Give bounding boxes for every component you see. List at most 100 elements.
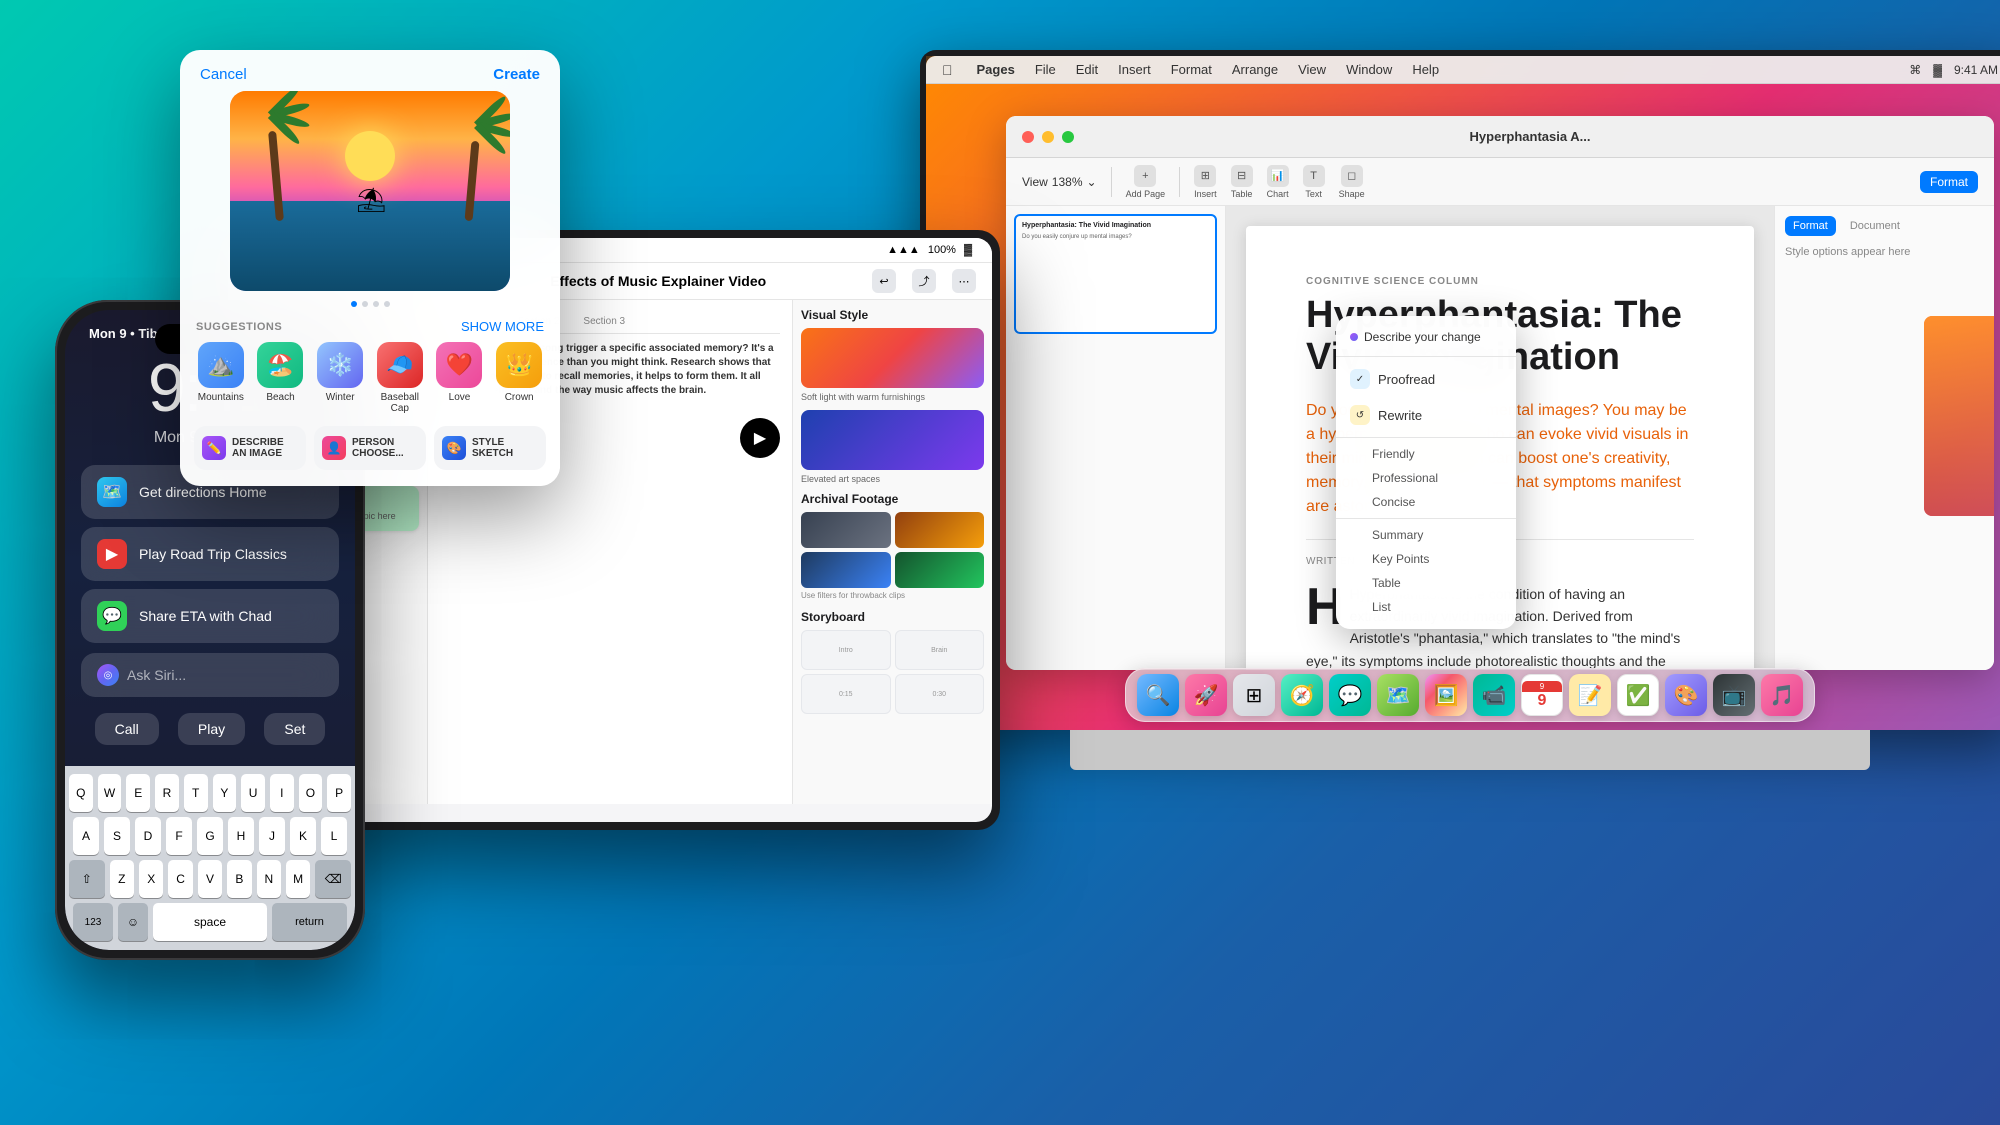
option-describe[interactable]: ✏️ DESCRIBE AN IMAGE — [194, 426, 306, 470]
dock-spaces[interactable]: ⊞ — [1233, 674, 1275, 716]
page-thumb-1[interactable]: Hyperphantasia: The Vivid Imagination Do… — [1014, 214, 1217, 334]
zoom-control[interactable]: View 138% ⌄ — [1022, 175, 1097, 189]
show-more-button[interactable]: SHOW MORE — [461, 319, 544, 334]
menu-format[interactable]: Format — [1171, 62, 1212, 77]
siri-item-music[interactable]: ▶ Play Road Trip Classics — [81, 527, 339, 581]
key-w[interactable]: W — [98, 774, 122, 812]
modal-cancel-button[interactable]: Cancel — [200, 66, 247, 83]
key-g[interactable]: G — [197, 817, 223, 855]
toolbar-shape[interactable]: ◻ Shape — [1339, 165, 1365, 199]
ipad-tool-undo[interactable]: ↩ — [872, 269, 896, 293]
action-play[interactable]: Play — [178, 713, 245, 745]
inspector-tab-format[interactable]: Format — [1785, 216, 1836, 236]
key-u[interactable]: U — [241, 774, 265, 812]
dock-facetime[interactable]: 📹 — [1473, 674, 1515, 716]
wt-table[interactable]: Table — [1336, 571, 1516, 595]
wt-proofread[interactable]: ✓ Proofread — [1336, 361, 1516, 397]
key-z[interactable]: Z — [110, 860, 134, 898]
option-style[interactable]: 🎨 STYLE SKETCH — [434, 426, 546, 470]
key-j[interactable]: J — [259, 817, 285, 855]
menu-view[interactable]: View — [1298, 62, 1326, 77]
ipad-play-button[interactable]: ▶ — [740, 418, 780, 458]
wt-rewrite[interactable]: ↺ Rewrite — [1336, 397, 1516, 433]
dock-launchpad[interactable]: 🚀 — [1185, 674, 1227, 716]
key-b[interactable]: B — [227, 860, 251, 898]
toolbar-insert[interactable]: ⊞ Insert — [1194, 165, 1217, 199]
dock-maps[interactable]: 🗺️ — [1377, 674, 1419, 716]
dock-safari[interactable]: 🧭 — [1281, 674, 1323, 716]
key-q[interactable]: Q — [69, 774, 93, 812]
key-s[interactable]: S — [104, 817, 130, 855]
menu-window[interactable]: Window — [1346, 62, 1392, 77]
key-return[interactable]: return — [272, 903, 347, 941]
modal-create-button[interactable]: Create — [493, 66, 540, 83]
key-emoji[interactable]: ☺ — [118, 903, 148, 941]
key-shift[interactable]: ⇧ — [69, 860, 105, 898]
wt-friendly[interactable]: Friendly — [1336, 442, 1516, 466]
ipad-tool-more[interactable]: ⋯ — [952, 269, 976, 293]
suggestion-beach[interactable]: 🏖️ Beach — [254, 342, 308, 414]
toolbar-add-page[interactable]: + Add Page — [1126, 165, 1166, 199]
siri-input-bar[interactable]: ◎ Ask Siri... — [81, 653, 339, 697]
wt-professional[interactable]: Professional — [1336, 466, 1516, 490]
option-person[interactable]: 👤 PERSON CHOOSE... — [314, 426, 426, 470]
key-delete[interactable]: ⌫ — [315, 860, 351, 898]
key-r[interactable]: R — [155, 774, 179, 812]
fullscreen-button[interactable] — [1062, 131, 1074, 143]
key-y[interactable]: Y — [213, 774, 237, 812]
dot-1[interactable] — [351, 301, 357, 307]
inspector-tab-doc[interactable]: Document — [1842, 216, 1908, 236]
wt-key-points[interactable]: Key Points — [1336, 547, 1516, 571]
suggestion-mountains[interactable]: ⛰️ Mountains — [194, 342, 248, 414]
key-t[interactable]: T — [184, 774, 208, 812]
key-f[interactable]: F — [166, 817, 192, 855]
dock-photos[interactable]: 🖼️ — [1425, 674, 1467, 716]
key-e[interactable]: E — [126, 774, 150, 812]
suggestion-crown[interactable]: 👑 Crown — [492, 342, 546, 414]
key-h[interactable]: H — [228, 817, 254, 855]
key-l[interactable]: L — [321, 817, 347, 855]
dot-3[interactable] — [373, 301, 379, 307]
key-m[interactable]: M — [286, 860, 310, 898]
key-i[interactable]: I — [270, 774, 294, 812]
suggestion-love[interactable]: ❤️ Love — [433, 342, 487, 414]
dot-4[interactable] — [384, 301, 390, 307]
dock-notes[interactable]: 📝 — [1569, 674, 1611, 716]
wt-concise[interactable]: Concise — [1336, 490, 1516, 514]
action-set[interactable]: Set — [264, 713, 325, 745]
minimize-button[interactable] — [1042, 131, 1054, 143]
menu-file[interactable]: File — [1035, 62, 1056, 77]
menu-edit[interactable]: Edit — [1076, 62, 1098, 77]
siri-item-share[interactable]: 💬 Share ETA with Chad — [81, 589, 339, 643]
menu-arrange[interactable]: Arrange — [1232, 62, 1278, 77]
dock-reminders[interactable]: ✅ — [1617, 674, 1659, 716]
action-call[interactable]: Call — [95, 713, 159, 745]
menu-insert[interactable]: Insert — [1118, 62, 1151, 77]
key-o[interactable]: O — [299, 774, 323, 812]
suggestion-baseball[interactable]: 🧢 Baseball Cap — [373, 342, 427, 414]
dock-messages[interactable]: 💬 — [1329, 674, 1371, 716]
key-v[interactable]: V — [198, 860, 222, 898]
dot-2[interactable] — [362, 301, 368, 307]
menu-help[interactable]: Help — [1412, 62, 1439, 77]
wt-summary[interactable]: Summary — [1336, 523, 1516, 547]
wt-list[interactable]: List — [1336, 595, 1516, 619]
toolbar-table[interactable]: ⊟ Table — [1231, 165, 1253, 199]
dock-calendar[interactable]: 9 9 — [1521, 674, 1563, 716]
key-x[interactable]: X — [139, 860, 163, 898]
key-k[interactable]: K — [290, 817, 316, 855]
menu-pages[interactable]: Pages — [977, 62, 1015, 77]
key-n[interactable]: N — [257, 860, 281, 898]
key-123[interactable]: 123 — [73, 903, 113, 941]
ipad-tool-share[interactable]: ⤴ — [912, 269, 936, 293]
key-d[interactable]: D — [135, 817, 161, 855]
toolbar-chart[interactable]: 📊 Chart — [1267, 165, 1289, 199]
dock-tv[interactable]: 📺 — [1713, 674, 1755, 716]
key-c[interactable]: C — [168, 860, 192, 898]
close-button[interactable] — [1022, 131, 1034, 143]
key-a[interactable]: A — [73, 817, 99, 855]
dock-music[interactable]: 🎵 — [1761, 674, 1803, 716]
format-button[interactable]: Format — [1920, 171, 1978, 193]
key-p[interactable]: P — [327, 774, 351, 812]
key-space[interactable]: space — [153, 903, 267, 941]
